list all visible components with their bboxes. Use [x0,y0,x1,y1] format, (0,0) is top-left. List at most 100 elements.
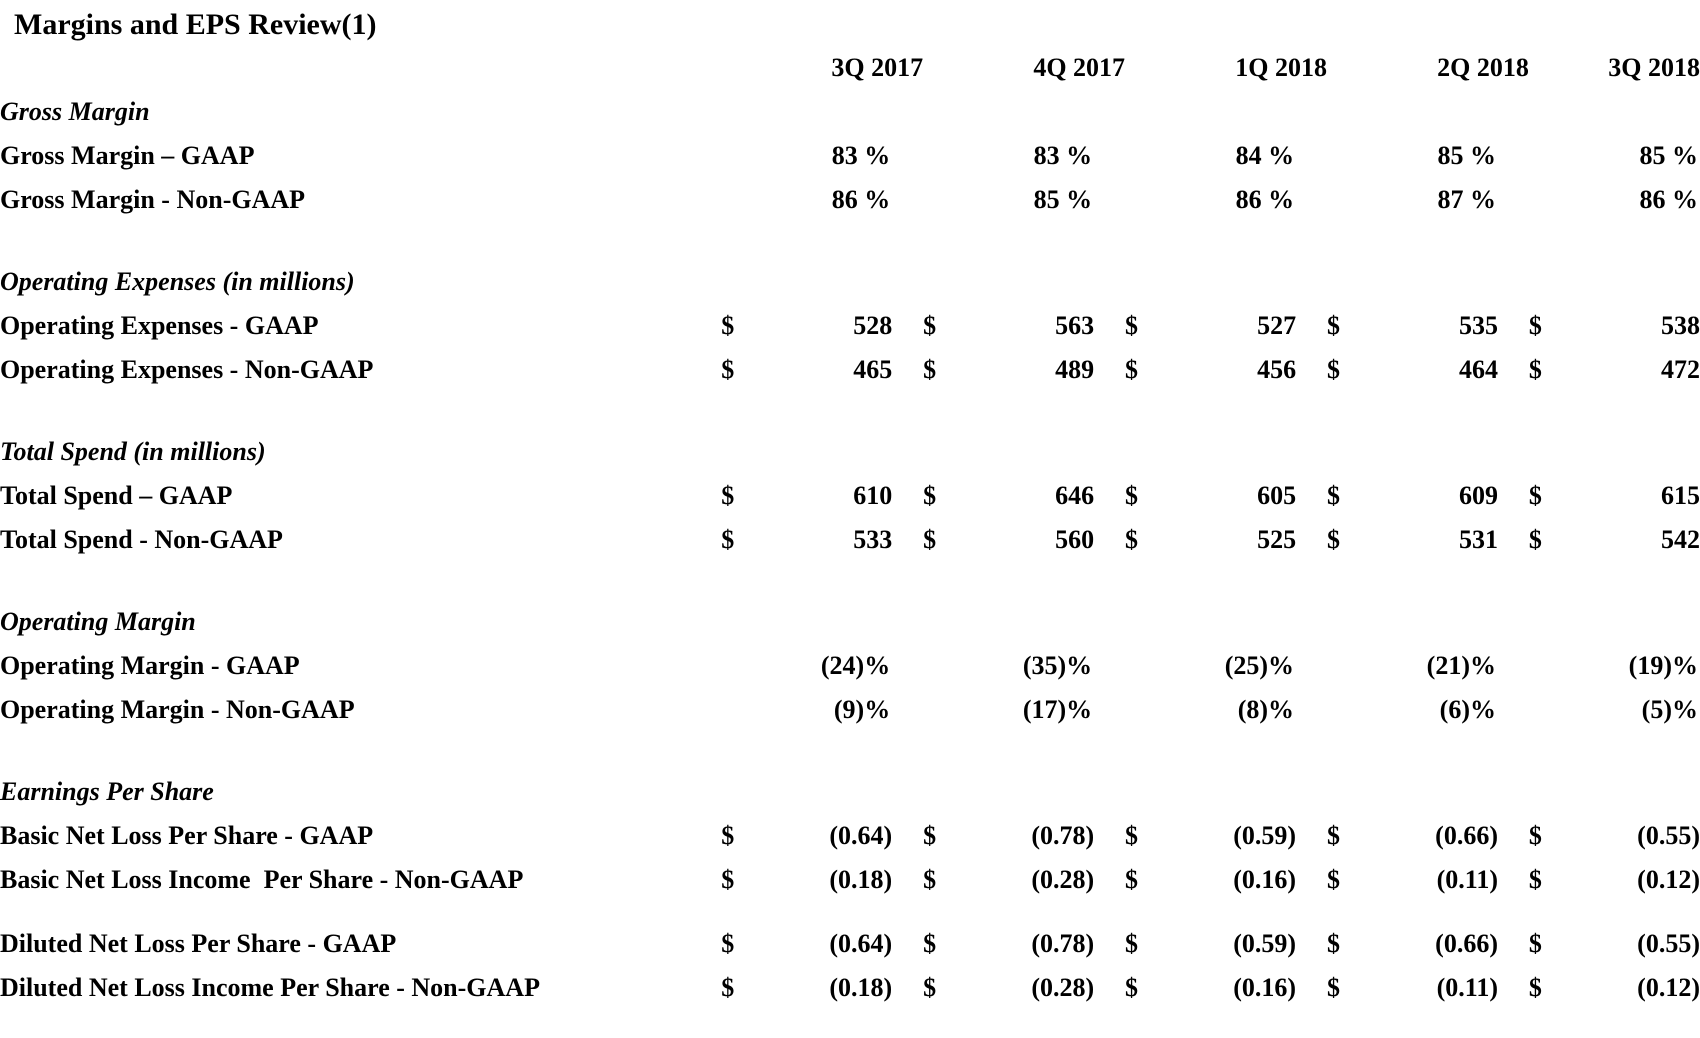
cell-value-operating-expenses-gaap-1q-2018: 527 [1257,311,1297,340]
currency-symbol-2: $ [923,929,937,958]
cell-gap [1296,858,1327,902]
cell-gap [892,518,923,562]
cell-gap [1296,518,1327,562]
table-row: Operating Expenses - GAAP $528 $563 $527 $53… [0,304,1700,348]
cell-gap [1094,966,1125,1010]
cell-gap [892,858,923,902]
currency-symbol-5: $ [1528,821,1542,850]
section-heading-fill [721,90,1700,134]
cell-gap [892,348,923,392]
cell-value-operating-expenses-non-gaap-3q-2017: 465 [853,355,893,384]
column-header-1q-2018: 1Q 2018 [1235,53,1327,82]
table-header: 3Q 2017 4Q 2017 1Q 2018 2Q 2018 3Q 2018 [0,46,1700,90]
cell-gap [1498,348,1529,392]
currency-symbol-3 [1125,134,1170,178]
currency-symbol-3: $ [1125,481,1139,510]
column-header-row: 3Q 2017 4Q 2017 1Q 2018 2Q 2018 3Q 2018 [0,46,1700,90]
cell-value-basic-net-loss-per-share-gaap-3q-2018: (0.55) [1637,821,1700,850]
cell-value-operating-margin-non-gaap-2q-2018: (6)% [1439,695,1496,724]
margins-eps-review-document: Margins and EPS Review(1) 3Q 2017 4Q 201… [0,0,1700,1038]
currency-symbol-1 [721,644,766,688]
cell-gap [1498,304,1529,348]
cell-value-basic-net-loss-income-per-share-non-gaap-3q-2017: (0.18) [829,865,893,894]
cell-value-basic-net-loss-per-share-gaap-2q-2018: (0.66) [1435,821,1498,850]
row-label-operating-margin-non-gaap: Operating Margin - Non-GAAP [0,695,355,724]
cell-gap [1498,474,1529,518]
table-row: Gross Margin – GAAP 83 % 83 % 84 % 85 % 85 % [0,134,1700,178]
currency-symbol-3: $ [1125,355,1139,384]
row-label-basic-net-loss-income-per-share-non-gaap: Basic Net Loss Income Per Share - Non-GA… [0,865,524,894]
currency-symbol-4 [1327,134,1372,178]
currency-symbol-2: $ [923,525,937,554]
currency-symbol-3 [1125,178,1170,222]
cell-gap [1094,688,1125,732]
cell-gap [892,304,923,348]
column-header-2q-2018: 2Q 2018 [1437,53,1529,82]
cell-gap [892,922,923,966]
currency-symbol-5: $ [1528,355,1542,384]
cell-gap [1094,518,1125,562]
section-heading-fill [721,260,1700,304]
cell-gap [1094,134,1125,178]
cell-gap [1296,134,1327,178]
table-row: Basic Net Loss Income Per Share - Non-GA… [0,858,1700,902]
cell-gap [892,966,923,1010]
cell-gap [1094,858,1125,902]
row-spacer [0,392,1700,430]
cell-value-operating-expenses-gaap-3q-2017: 528 [853,311,893,340]
cell-gap [1094,814,1125,858]
cell-gap [892,814,923,858]
spacer-cell [0,392,1700,430]
row-label-operating-expenses-non-gaap: Operating Expenses - Non-GAAP [0,355,374,384]
cell-value-operating-margin-non-gaap-3q-2017: (9)% [833,695,891,724]
currency-symbol-4: $ [1326,973,1340,1002]
section-heading-total-spend-in-millions: Total Spend (in millions) [0,437,266,466]
currency-symbol-5 [1529,178,1574,222]
cell-gap [1296,922,1327,966]
cell-value-gross-margin-gaap-3q-2018: 85 % [1639,141,1699,170]
header-blank [0,46,721,90]
cell-value-gross-margin-non-gaap-3q-2018: 86 % [1639,185,1699,214]
currency-symbol-4: $ [1326,821,1340,850]
cell-gap [1498,922,1529,966]
currency-symbol-3: $ [1125,821,1139,850]
cell-value-operating-margin-gaap-4q-2017: (35)% [1022,651,1093,680]
currency-symbol-5: $ [1528,973,1542,1002]
cell-value-total-spend-non-gaap-3q-2017: 533 [853,525,893,554]
cell-value-operating-margin-non-gaap-1q-2018: (8)% [1237,695,1295,724]
currency-symbol-1 [721,134,766,178]
row-label-basic-net-loss-per-share-gaap: Basic Net Loss Per Share - GAAP [0,821,374,850]
table-row: Diluted Net Loss Per Share - GAAP $ (0.64)… [0,922,1700,966]
financial-summary-table: 3Q 2017 4Q 2017 1Q 2018 2Q 2018 3Q 2018 … [0,46,1700,1010]
currency-symbol-5 [1529,688,1574,732]
section-heading-row: Earnings Per Share [0,770,1700,814]
currency-symbol-4: $ [1326,481,1340,510]
currency-symbol-2 [923,134,968,178]
cell-value-gross-margin-gaap-4q-2017: 83 % [1033,141,1093,170]
cell-gap [1498,134,1529,178]
cell-value-gross-margin-gaap-1q-2018: 84 % [1235,141,1295,170]
page-title: Margins and EPS Review(1) [14,8,377,41]
table-row: Gross Margin - Non-GAAP 86 % 85 % 86 % 87 % 8… [0,178,1700,222]
cell-gap [892,178,923,222]
row-label-diluted-net-loss-per-share-gaap: Diluted Net Loss Per Share - GAAP [0,929,397,958]
spacer-cell [0,222,1700,260]
cell-gap [1094,922,1125,966]
cell-value-total-spend-non-gaap-1q-2018: 525 [1257,525,1297,554]
cell-gap [1296,474,1327,518]
cell-value-basic-net-loss-income-per-share-non-gaap-3q-2018: (0.12) [1637,865,1700,894]
cell-value-diluted-net-loss-income-per-share-non-gaap-3q-2018: (0.12) [1637,973,1700,1002]
currency-symbol-2 [923,688,968,732]
cell-value-basic-net-loss-income-per-share-non-gaap-4q-2017: (0.28) [1031,865,1095,894]
currency-symbol-2 [923,644,968,688]
currency-symbol-4: $ [1326,929,1340,958]
cell-gap [1498,518,1529,562]
cell-value-diluted-net-loss-income-per-share-non-gaap-2q-2018: (0.11) [1436,973,1498,1002]
cell-value-diluted-net-loss-per-share-gaap-4q-2017: (0.78) [1031,929,1095,958]
currency-symbol-3 [1125,644,1170,688]
currency-symbol-2: $ [923,481,937,510]
spacer-cell [0,902,1700,922]
currency-symbol-2: $ [923,355,937,384]
cell-gap [1498,178,1529,222]
currency-symbol-1: $ [721,865,735,894]
